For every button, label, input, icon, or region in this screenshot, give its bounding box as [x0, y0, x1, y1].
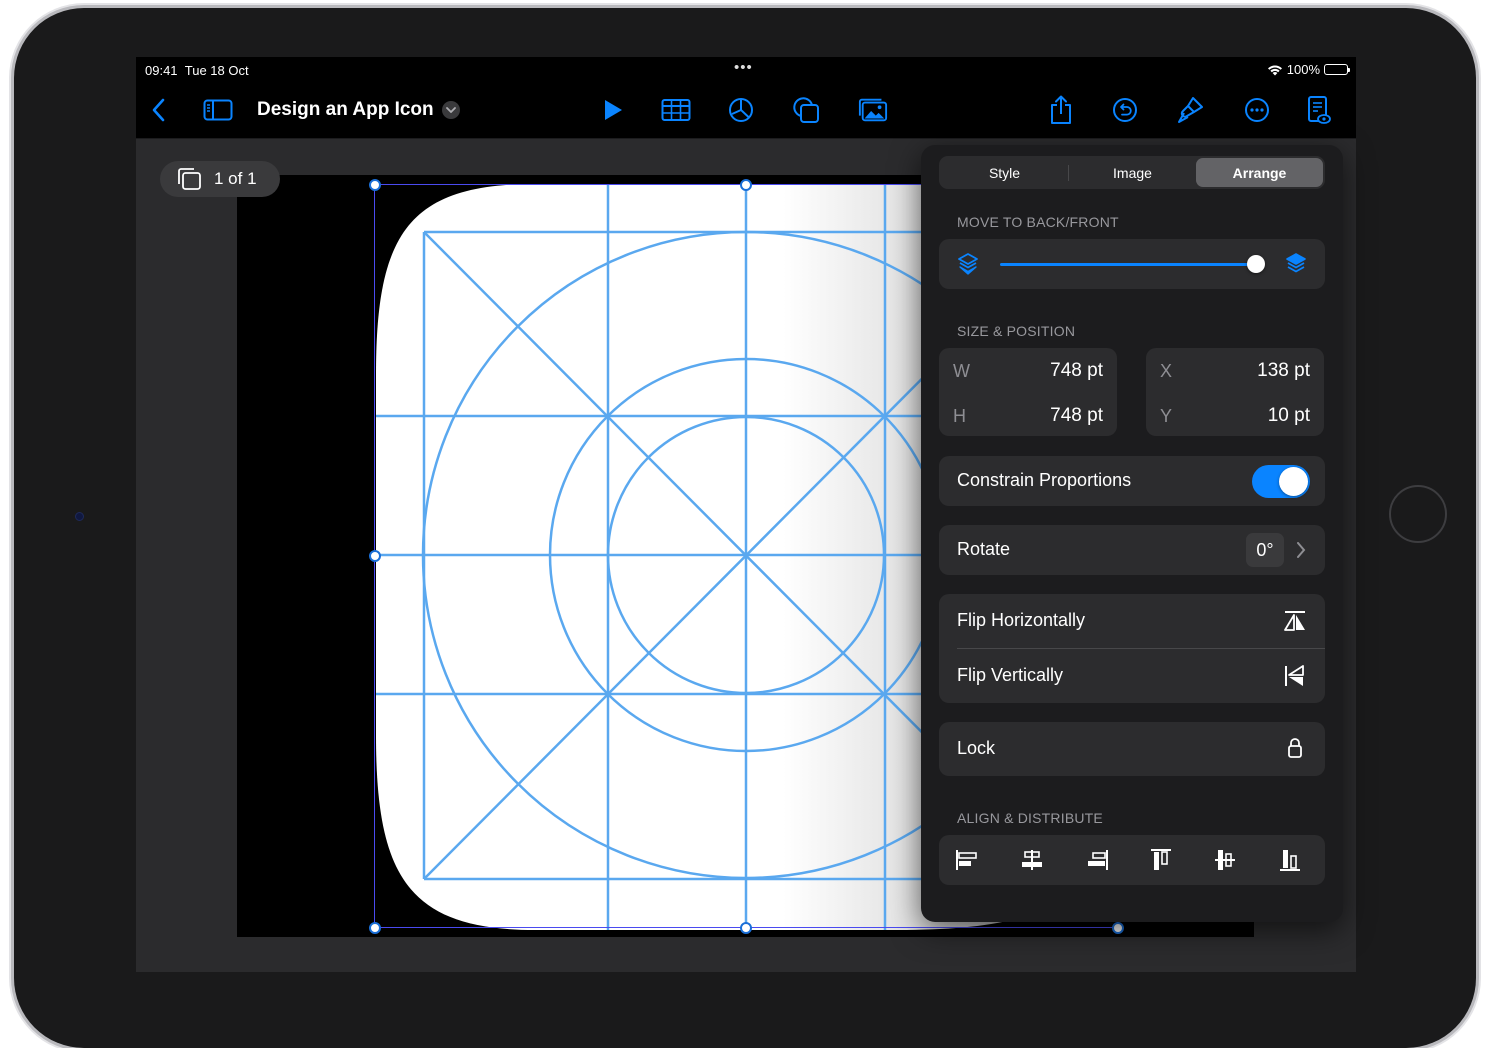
rotate-value[interactable]: 0° — [1246, 533, 1284, 567]
flip-vertical-row[interactable]: Flip Vertically — [939, 649, 1325, 703]
time-text: 09:41 — [145, 63, 178, 78]
y-key: Y — [1160, 406, 1173, 426]
constrain-toggle[interactable] — [1252, 465, 1310, 498]
undo-icon[interactable] — [1110, 95, 1140, 125]
x-key: X — [1160, 361, 1173, 381]
lock-label: Lock — [957, 738, 996, 758]
front-camera — [75, 512, 84, 521]
width-key: W — [953, 361, 970, 381]
align-middle-icon[interactable] — [1205, 843, 1245, 877]
slides-icon — [178, 168, 201, 190]
move-section-label: MOVE TO BACK/FRONT — [957, 214, 1119, 230]
height-key: H — [953, 406, 966, 426]
home-button[interactable] — [1389, 485, 1447, 543]
chart-icon[interactable] — [726, 95, 756, 125]
slide-counter-text: 1 of 1 — [214, 169, 257, 188]
document-title-text: Design an App Icon — [257, 99, 434, 120]
paintbrush-icon[interactable] — [1176, 95, 1206, 125]
align-right-icon[interactable] — [1077, 843, 1117, 877]
y-field[interactable]: 10 pt — [1268, 405, 1310, 427]
chevron-right-icon — [1297, 542, 1306, 558]
toolbar: Design an App Icon — [136, 83, 1356, 139]
slide-counter[interactable]: 1 of 1 — [160, 161, 280, 197]
battery-icon — [1324, 64, 1350, 75]
media-icon[interactable] — [858, 95, 888, 125]
status-right: 100% — [1267, 62, 1350, 77]
title-chevron-down-icon[interactable] — [441, 101, 460, 119]
layer-slider-knob[interactable] — [1247, 255, 1265, 273]
move-to-back-icon[interactable] — [957, 252, 979, 276]
multitasking-dots[interactable]: ••• — [734, 59, 753, 76]
align-left-icon[interactable] — [947, 843, 987, 877]
tab-arrange[interactable]: Arrange — [1196, 158, 1323, 187]
lock-icon — [1288, 738, 1302, 758]
tab-image[interactable]: Image — [1069, 158, 1196, 187]
play-icon[interactable] — [598, 95, 628, 125]
shape-icon[interactable] — [791, 95, 821, 125]
align-center-icon[interactable] — [1012, 843, 1052, 877]
table-icon[interactable] — [661, 95, 691, 125]
constrain-label: Constrain Proportions — [957, 470, 1132, 490]
size-section-label: SIZE & POSITION — [957, 323, 1076, 339]
lock-row[interactable]: Lock — [939, 722, 1325, 776]
height-field[interactable]: 748 pt — [1050, 405, 1103, 427]
format-tabs: Style Image Arrange — [939, 156, 1325, 189]
rotate-row[interactable]: Rotate 0° — [939, 525, 1325, 575]
layer-slider-card — [939, 239, 1325, 289]
rotate-label: Rotate — [957, 539, 1011, 559]
ellipsis-icon[interactable] — [1242, 95, 1272, 125]
flip-group: Flip Horizontally Flip Vertically — [939, 594, 1325, 703]
flip-horizontal-label: Flip Horizontally — [957, 610, 1086, 630]
document-title[interactable]: Design an App Icon — [257, 99, 460, 121]
align-bottom-icon[interactable] — [1270, 843, 1310, 877]
battery-percent: 100% — [1286, 62, 1320, 77]
flip-vertical-icon — [1285, 665, 1304, 686]
size-fields: W 748 pt H 748 pt — [939, 348, 1117, 436]
share-icon[interactable] — [1046, 95, 1076, 125]
layer-slider-track[interactable] — [1000, 263, 1258, 266]
wifi-icon — [1267, 65, 1282, 75]
back-chevron-icon[interactable] — [144, 95, 174, 125]
position-fields: X 138 pt Y 10 pt — [1146, 348, 1324, 436]
width-field[interactable]: 748 pt — [1050, 360, 1103, 382]
bring-to-front-icon[interactable] — [1285, 252, 1307, 276]
presenter-notes-icon[interactable] — [1304, 95, 1334, 125]
align-top-icon[interactable] — [1141, 843, 1181, 877]
align-row — [939, 835, 1325, 885]
constrain-row: Constrain Proportions — [939, 456, 1325, 506]
sidebar-icon[interactable] — [203, 95, 233, 125]
x-field[interactable]: 138 pt — [1257, 360, 1310, 382]
tab-style[interactable]: Style — [941, 158, 1068, 187]
align-section-label: ALIGN & DISTRIBUTE — [957, 810, 1103, 826]
date-text: Tue 18 Oct — [184, 63, 249, 78]
flip-horizontal-row[interactable]: Flip Horizontally — [939, 594, 1325, 648]
flip-horizontal-icon — [1284, 611, 1305, 631]
flip-vertical-label: Flip Vertically — [957, 665, 1064, 685]
status-time: 09:41 Tue 18 Oct — [145, 63, 249, 78]
status-bar: 09:41 Tue 18 Oct ••• 100% — [136, 57, 1356, 83]
format-panel: Style Image Arrange MOVE TO BACK/FRONT S… — [921, 145, 1343, 922]
